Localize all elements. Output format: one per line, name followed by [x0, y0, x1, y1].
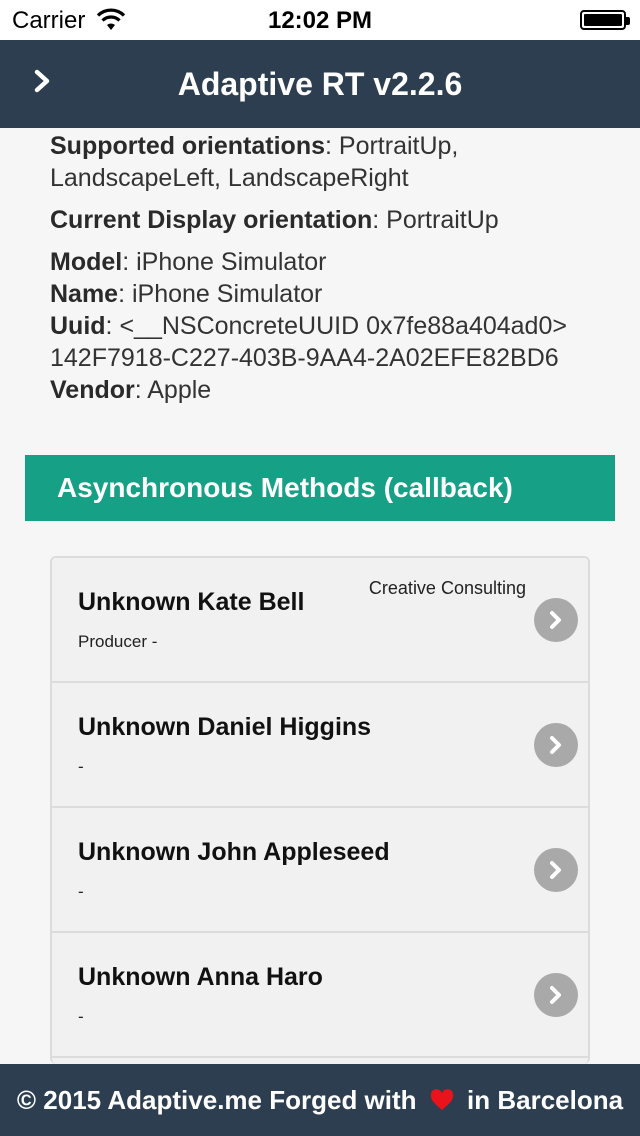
current-orientation-value: : PortraitUp — [372, 206, 499, 234]
contact-row[interactable]: Unknown Kate Bell Producer - Creative Co… — [52, 558, 588, 683]
model-line: Model: iPhone Simulator — [50, 246, 620, 278]
app-header: Adaptive RT v2.2.6 — [0, 40, 640, 128]
heart-icon — [430, 1089, 453, 1110]
chevron-right-circle-icon[interactable] — [534, 848, 578, 892]
supported-orientations-line: Supported orientations: PortraitUp, Land… — [50, 130, 620, 194]
model-value: : iPhone Simulator — [122, 248, 327, 276]
chevron-right-circle-icon[interactable] — [534, 723, 578, 767]
section-header: Asynchronous Methods (callback) — [25, 455, 615, 521]
page-title: Adaptive RT v2.2.6 — [177, 66, 463, 102]
contact-name: Unknown Anna Haro — [78, 963, 323, 991]
contact-subtitle: - — [78, 757, 84, 776]
footer-text-after: in Barcelona — [459, 1084, 624, 1115]
footer-text-before: © 2015 Adaptive.me Forged with — [16, 1084, 424, 1115]
name-line: Name: iPhone Simulator — [50, 278, 620, 310]
status-bar: Carrier 12:02 PM — [0, 0, 640, 40]
contact-subtitle: Producer - — [78, 632, 158, 651]
contact-list: Unknown Kate Bell Producer - Creative Co… — [50, 556, 590, 1064]
current-orientation-line: Current Display orientation: PortraitUp — [50, 204, 620, 236]
contact-row[interactable]: Unknown Anna Haro - — [52, 933, 588, 1058]
model-label: Model — [50, 248, 123, 276]
app-footer: © 2015 Adaptive.me Forged with in Barcel… — [0, 1064, 640, 1136]
chevron-right-circle-icon[interactable] — [534, 598, 578, 642]
contact-name: Unknown Daniel Higgins — [78, 713, 372, 741]
contact-row[interactable]: Unknown John Appleseed - — [52, 808, 588, 933]
battery-icon — [580, 10, 630, 30]
vendor-line: Vendor: Apple — [50, 374, 620, 406]
clock: 12:02 PM — [267, 7, 373, 34]
name-label: Name — [50, 280, 119, 308]
name-value: : iPhone Simulator — [118, 280, 323, 308]
contact-subtitle: - — [78, 1007, 84, 1026]
chevron-right-circle-icon[interactable] — [534, 973, 578, 1017]
contact-subtitle: - — [78, 882, 84, 901]
uuid-line: Uuid: <__NSConcreteUUID 0x7fe88a404ad0> … — [50, 310, 620, 374]
device-info: Supported orientations: PortraitUp, Land… — [50, 130, 620, 406]
contact-row[interactable]: Unknown Daniel Higgins - — [52, 683, 588, 808]
contact-name: Unknown Kate Bell — [78, 588, 305, 616]
uuid-value: : <__NSConcreteUUID 0x7fe88a404ad0> 142F… — [50, 312, 567, 372]
current-orientation-label: Current Display orientation — [50, 206, 373, 234]
supported-orientations-label: Supported orientations — [50, 132, 325, 160]
contact-company: Creative Consulting — [368, 578, 526, 598]
vendor-label: Vendor — [50, 376, 135, 404]
uuid-label: Uuid — [50, 312, 106, 340]
contact-name: Unknown John Appleseed — [78, 838, 390, 866]
vendor-value: : Apple — [134, 376, 212, 404]
